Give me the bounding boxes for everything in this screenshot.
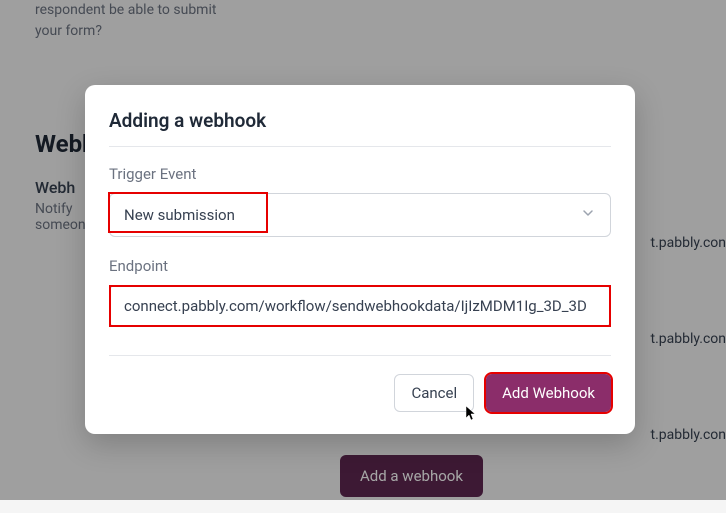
divider [109,355,611,356]
trigger-event-select[interactable]: New submission [109,193,611,237]
trigger-event-select-wrap: New submission [109,193,611,237]
modal-title: Adding a webhook [109,109,611,132]
chevron-down-icon [580,205,596,225]
endpoint-input[interactable] [109,285,611,327]
modal-footer: Cancel Add Webhook [109,374,611,412]
cancel-button[interactable]: Cancel [394,374,474,412]
trigger-event-value: New submission [124,206,235,224]
submit-button-wrap: Add Webhook [486,374,611,412]
trigger-event-label: Trigger Event [109,165,611,183]
endpoint-input-wrap [109,285,611,327]
add-webhook-modal: Adding a webhook Trigger Event New submi… [85,85,635,434]
endpoint-label: Endpoint [109,257,611,275]
divider [109,146,611,147]
add-webhook-submit-button[interactable]: Add Webhook [486,374,611,412]
